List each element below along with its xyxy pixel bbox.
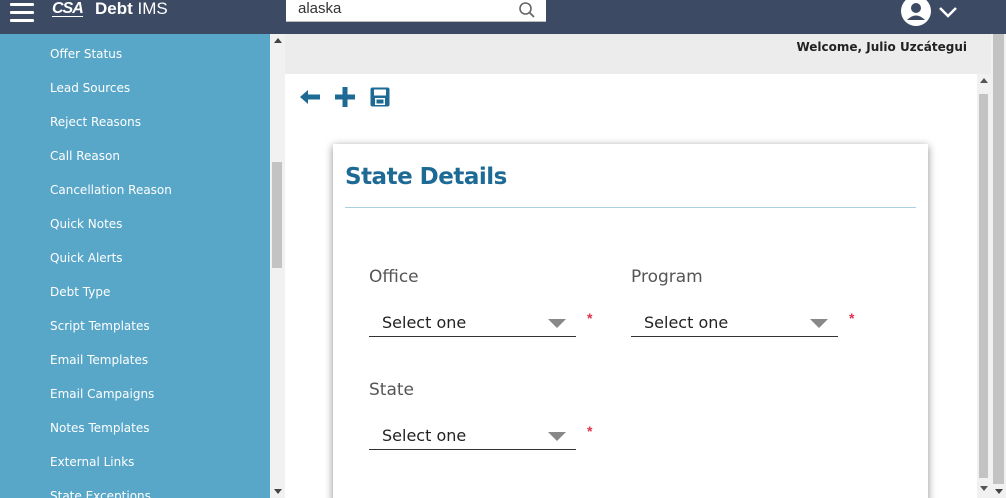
chevron-down-icon[interactable] bbox=[938, 5, 958, 19]
search-input[interactable]: alaska bbox=[298, 0, 341, 17]
welcome-message: Welcome, Julio Uzcátegui bbox=[796, 40, 967, 54]
sidebar-item-debt-type[interactable]: Debt Type bbox=[50, 285, 110, 299]
scroll-down-arrow-icon[interactable] bbox=[274, 489, 282, 494]
user-avatar-icon[interactable] bbox=[900, 0, 932, 26]
sidebar-item-reject-reasons[interactable]: Reject Reasons bbox=[50, 115, 141, 129]
sidebar-item-email-templates[interactable]: Email Templates bbox=[50, 353, 148, 367]
office-select[interactable]: Select one bbox=[369, 307, 576, 337]
sidebar: Offer Status Lead Sources Reject Reasons… bbox=[0, 34, 270, 498]
sidebar-scrollbar[interactable] bbox=[270, 34, 285, 498]
sidebar-scroll-thumb[interactable] bbox=[272, 162, 282, 268]
scroll-up-arrow-icon[interactable] bbox=[980, 78, 988, 83]
state-required-marker: * bbox=[587, 423, 593, 439]
program-select[interactable]: Select one bbox=[631, 307, 838, 337]
app-title-rest: IMS bbox=[132, 0, 168, 18]
hamburger-menu-icon[interactable] bbox=[10, 3, 34, 23]
sidebar-item-state-exceptions[interactable]: State Exceptions bbox=[50, 489, 151, 498]
dropdown-caret-icon[interactable] bbox=[810, 319, 828, 328]
sidebar-item-quick-notes[interactable]: Quick Notes bbox=[50, 217, 122, 231]
app-title-bold: Debt bbox=[95, 0, 133, 18]
title-divider bbox=[345, 207, 916, 208]
sidebar-item-lead-sources[interactable]: Lead Sources bbox=[50, 81, 130, 95]
logo: CSA bbox=[52, 0, 84, 17]
state-select-value: Select one bbox=[382, 426, 467, 445]
office-required-marker: * bbox=[587, 310, 593, 326]
page-scroll-thumb[interactable] bbox=[993, 34, 1004, 484]
sidebar-item-call-reason[interactable]: Call Reason bbox=[50, 149, 120, 163]
sidebar-item-cancellation-reason[interactable]: Cancellation Reason bbox=[50, 183, 172, 197]
search-box[interactable]: alaska bbox=[286, 0, 546, 22]
sidebar-item-quick-alerts[interactable]: Quick Alerts bbox=[50, 251, 123, 265]
content-scroll-thumb[interactable] bbox=[979, 94, 988, 478]
page-title: State Details bbox=[345, 164, 507, 190]
app-title: Debt IMS bbox=[95, 0, 168, 19]
dropdown-caret-icon[interactable] bbox=[548, 432, 566, 441]
scroll-down-arrow-icon[interactable] bbox=[995, 489, 1003, 494]
sidebar-item-external-links[interactable]: External Links bbox=[50, 455, 134, 469]
office-select-value: Select one bbox=[382, 313, 467, 332]
back-arrow-icon[interactable] bbox=[299, 86, 321, 108]
sidebar-item-offer-status[interactable]: Offer Status bbox=[50, 47, 122, 61]
add-plus-icon[interactable] bbox=[334, 86, 356, 108]
state-select[interactable]: Select one bbox=[369, 420, 576, 450]
scroll-up-arrow-icon[interactable] bbox=[274, 38, 282, 43]
search-icon[interactable] bbox=[518, 1, 536, 19]
state-label: State bbox=[369, 380, 414, 400]
program-required-marker: * bbox=[849, 310, 855, 326]
sidebar-item-script-templates[interactable]: Script Templates bbox=[50, 319, 150, 333]
sidebar-item-notes-templates[interactable]: Notes Templates bbox=[50, 421, 149, 435]
dropdown-caret-icon[interactable] bbox=[548, 319, 566, 328]
state-details-card: State Details Office Select one * Progra… bbox=[333, 144, 928, 498]
office-label: Office bbox=[369, 267, 419, 287]
program-select-value: Select one bbox=[644, 313, 729, 332]
sidebar-item-email-campaigns[interactable]: Email Campaigns bbox=[50, 387, 154, 401]
page-scrollbar[interactable] bbox=[991, 34, 1006, 498]
scroll-down-arrow-icon[interactable] bbox=[980, 486, 988, 491]
save-disk-icon[interactable] bbox=[369, 86, 391, 108]
content-scrollbar[interactable] bbox=[977, 74, 991, 498]
program-label: Program bbox=[631, 267, 703, 287]
top-bar: CSA Debt IMS alaska bbox=[0, 0, 1006, 34]
